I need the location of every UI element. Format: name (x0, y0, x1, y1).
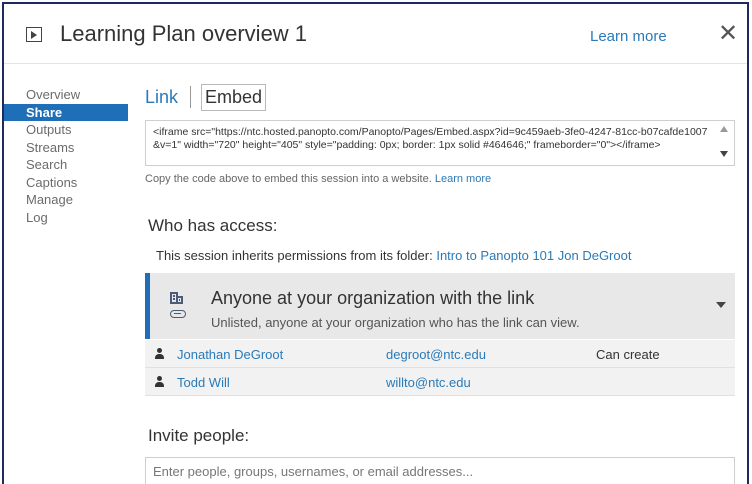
sidebar-item-search[interactable]: Search (4, 156, 128, 174)
inherit-notice: This session inherits permissions from i… (156, 248, 631, 263)
inherit-folder-link[interactable]: Intro to Panopto 101 Jon DeGroot (436, 248, 631, 263)
permission-subtitle: Unlisted, anyone at your organization wh… (211, 315, 580, 330)
page-title: Learning Plan overview 1 (60, 21, 308, 46)
close-icon[interactable]: ✕ (718, 22, 738, 46)
embed-hint: Copy the code above to embed this sessio… (145, 173, 491, 185)
person-role: Can create (596, 347, 660, 362)
table-row: Todd Will willto@ntc.edu (145, 368, 735, 396)
tab-embed[interactable]: Embed (201, 84, 267, 111)
sidebar-item-overview[interactable]: Overview (4, 86, 128, 104)
access-list: Jonathan DeGroot degroot@ntc.edu Can cre… (145, 340, 735, 396)
scroll-up-arrow-icon[interactable] (720, 126, 728, 132)
invite-input[interactable] (145, 457, 735, 484)
dialog-header: Learning Plan overview 1 Learn more ✕ (4, 4, 747, 64)
building-icon (170, 292, 183, 304)
permission-dropdown[interactable]: Anyone at your organization with the lin… (145, 273, 735, 339)
invite-heading: Invite people: (148, 426, 250, 445)
share-dialog: Learning Plan overview 1 Learn more ✕ Ov… (2, 2, 749, 484)
sidebar-item-outputs[interactable]: Outputs (4, 121, 128, 139)
permission-title: Anyone at your organization with the lin… (211, 288, 535, 308)
table-row: Jonathan DeGroot degroot@ntc.edu Can cre… (145, 340, 735, 368)
scroll-down-arrow-icon[interactable] (720, 151, 728, 157)
person-icon (155, 376, 164, 387)
embed-hint-text: Copy the code above to embed this sessio… (145, 173, 432, 185)
tab-divider (190, 86, 191, 108)
embed-learn-more-link[interactable]: Learn more (435, 173, 491, 185)
person-email[interactable]: willto@ntc.edu (386, 375, 471, 390)
sidebar-item-share[interactable]: Share (4, 103, 128, 121)
learn-more-link[interactable]: Learn more (590, 28, 667, 45)
chevron-down-icon[interactable] (716, 302, 726, 308)
sidebar-item-manage[interactable]: Manage (4, 191, 128, 209)
access-heading: Who has access: (148, 216, 278, 235)
play-box-icon (26, 27, 42, 42)
person-name[interactable]: Todd Will (177, 375, 230, 390)
person-email[interactable]: degroot@ntc.edu (386, 347, 486, 362)
sidebar-item-log[interactable]: Log (4, 209, 128, 227)
sidebar: Overview Share Outputs Streams Search Ca… (4, 86, 128, 226)
sidebar-item-captions[interactable]: Captions (4, 174, 128, 192)
person-icon (155, 348, 164, 359)
embed-code-text[interactable]: <iframe src="https://ntc.hosted.panopto.… (153, 126, 708, 152)
inherit-text: This session inherits permissions from i… (156, 248, 433, 263)
link-icon (170, 310, 186, 318)
tab-link[interactable]: Link (145, 87, 178, 108)
embed-code-textarea[interactable]: <iframe src="https://ntc.hosted.panopto.… (145, 120, 735, 166)
person-name[interactable]: Jonathan DeGroot (177, 347, 283, 362)
sidebar-item-streams[interactable]: Streams (4, 139, 128, 157)
